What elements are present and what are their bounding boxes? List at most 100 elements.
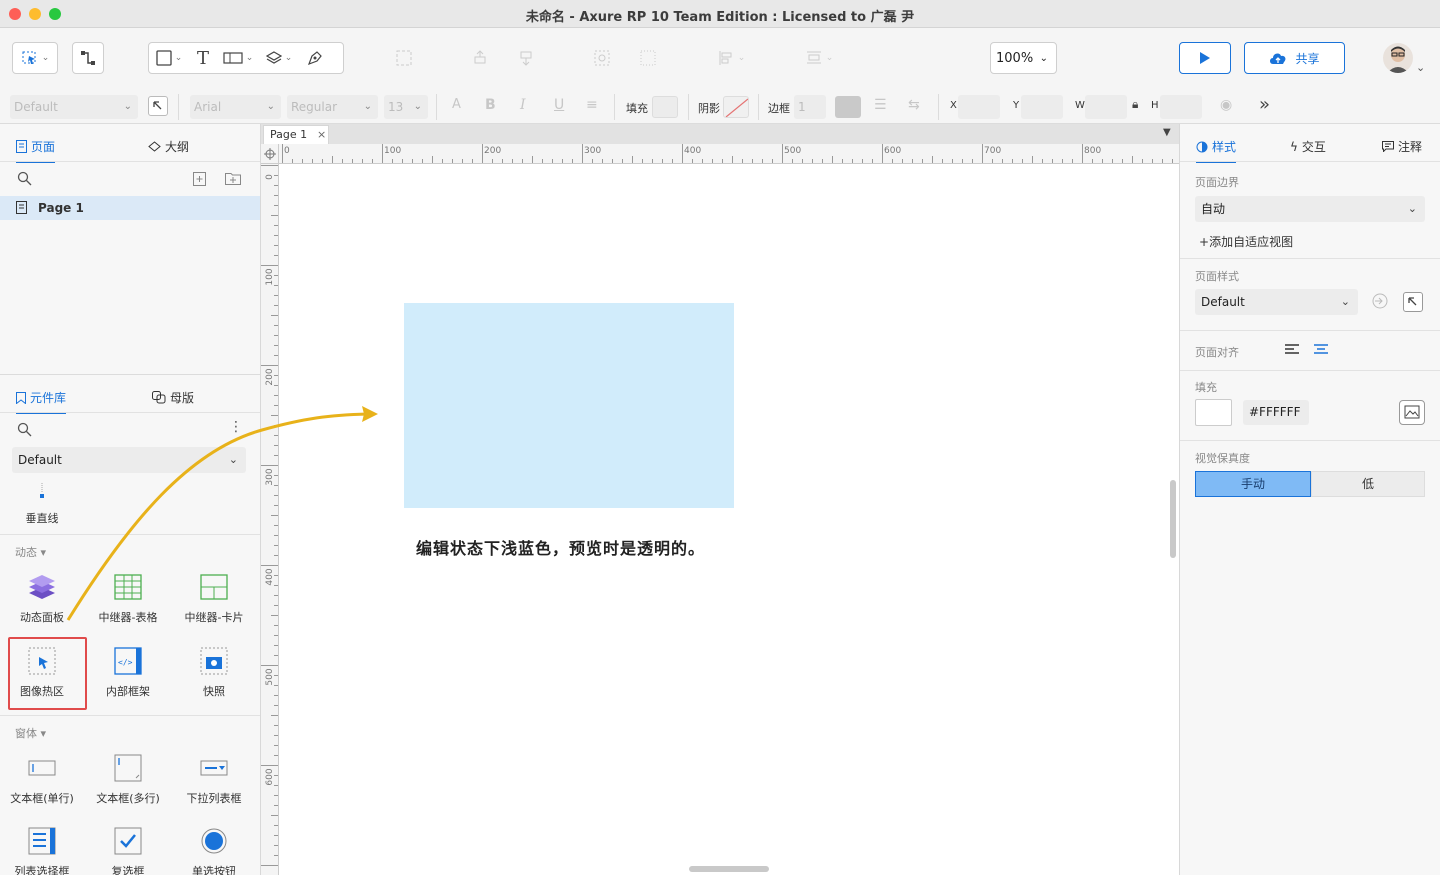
double-chevron-right-icon[interactable]: » xyxy=(1259,94,1270,115)
border-width-input[interactable]: 1 xyxy=(794,95,826,119)
border-style-icon[interactable]: ☰ xyxy=(874,97,887,113)
sign-in-icon[interactable] xyxy=(1371,292,1389,310)
group-button[interactable] xyxy=(388,42,420,74)
fill-color-swatch[interactable] xyxy=(1195,399,1232,426)
font-family-select[interactable]: Arial ⌄ xyxy=(190,95,281,119)
widget-repeater-table[interactable]: 中继器-表格 xyxy=(88,571,168,625)
close-icon[interactable]: × xyxy=(317,126,326,144)
widget-repeater-card[interactable]: 中继器-卡片 xyxy=(174,571,254,625)
style-manage-button[interactable] xyxy=(148,96,168,116)
visibility-icon[interactable]: ◉ xyxy=(1220,97,1232,113)
section-form-label[interactable]: 窗体 ▾ xyxy=(15,725,46,741)
height-input[interactable] xyxy=(1160,95,1202,119)
page-style-value: Default xyxy=(1201,295,1245,309)
tab-pages[interactable]: 页面 xyxy=(16,138,56,163)
page-item[interactable]: Page 1 xyxy=(0,196,260,220)
widget-image-hotspot[interactable]: 图像热区 xyxy=(2,645,82,699)
widget-text-field[interactable]: 文本框(单行) xyxy=(2,752,82,806)
search-icon[interactable] xyxy=(17,422,32,437)
tab-style[interactable]: 样式 xyxy=(1196,138,1237,163)
lock-icon[interactable]: 🔒︎ xyxy=(1132,97,1138,112)
ungroup-icon xyxy=(640,50,656,66)
select-mode-button[interactable]: ⌄ xyxy=(12,42,58,74)
x-input[interactable] xyxy=(958,95,1000,119)
fill-image-button[interactable] xyxy=(1399,400,1425,425)
page-tab[interactable]: Page 1 × xyxy=(263,125,329,144)
zoom-select[interactable]: 100% ⌄ xyxy=(990,42,1057,74)
send-back-button[interactable] xyxy=(510,42,542,74)
align-button[interactable]: ⌄ xyxy=(708,42,754,74)
widget-radio-button[interactable]: 单选按钮 xyxy=(174,825,254,875)
page-style-select[interactable]: Default ⌄ xyxy=(1195,289,1358,315)
widget-droplist[interactable]: 下拉列表框 xyxy=(174,752,254,806)
fill-color-swatch[interactable] xyxy=(652,96,678,118)
widget-checkbox[interactable]: 复选框 xyxy=(88,825,168,875)
widget-tool[interactable]: ⌄ xyxy=(217,51,259,65)
style-select[interactable]: Default ⌄ xyxy=(10,95,138,119)
image-hotspot-shape[interactable] xyxy=(404,303,734,508)
more-options-icon[interactable]: ⋮ xyxy=(229,419,243,435)
rectangle-tool[interactable]: ⌄ xyxy=(149,50,189,66)
text-icon: T xyxy=(196,47,209,69)
page-dimension-select[interactable]: 自动 ⌄ xyxy=(1195,196,1425,222)
shadow-color-swatch[interactable] xyxy=(723,96,749,118)
preview-button[interactable] xyxy=(1179,42,1231,74)
section-dynamic-label[interactable]: 动态 ▾ xyxy=(15,544,46,560)
tab-notes[interactable]: 注释 xyxy=(1382,138,1422,155)
font-weight-select[interactable]: Regular ⌄ xyxy=(287,95,378,119)
layers-tool[interactable]: ⌄ xyxy=(259,50,299,66)
list-icon[interactable]: ≡ xyxy=(586,97,598,113)
align-left-icon[interactable] xyxy=(1284,343,1300,357)
arrow-inset-icon xyxy=(1408,297,1417,306)
italic-icon[interactable]: I xyxy=(520,97,526,113)
font-size-select[interactable]: 13 ⌄ xyxy=(384,95,428,119)
triangle-down-icon[interactable]: ▼ xyxy=(1163,127,1171,138)
widget-dynamic-panel[interactable]: 动态面板 xyxy=(2,571,82,625)
tab-interactions[interactable]: ϟ 交互 xyxy=(1290,138,1326,155)
connector-button[interactable] xyxy=(72,42,104,74)
bold-icon[interactable]: B xyxy=(485,97,496,113)
chevron-down-icon[interactable]: ⌄ xyxy=(1416,61,1425,74)
widget-list-box[interactable]: 列表选择框 xyxy=(2,825,82,875)
horizontal-ruler[interactable]: 0 100 200 300 400 500 600 700 800 xyxy=(279,144,1179,164)
add-page-icon[interactable] xyxy=(193,172,206,186)
tab-masters[interactable]: 母版 xyxy=(152,389,194,406)
page-style-label: 页面样式 xyxy=(1195,270,1239,283)
width-input[interactable] xyxy=(1085,95,1127,119)
tab-outline[interactable]: 大纲 xyxy=(148,138,189,155)
fidelity-manual-button[interactable]: 手动 xyxy=(1195,471,1311,497)
widget-snapshot[interactable]: 快照 xyxy=(174,645,254,699)
avatar[interactable] xyxy=(1383,43,1413,73)
shadow-label: 阴影 xyxy=(698,102,720,115)
tab-library[interactable]: 元件库 xyxy=(16,389,67,414)
ruler-corner[interactable] xyxy=(261,144,279,164)
underline-icon[interactable]: U xyxy=(554,97,564,113)
widget-inline-frame[interactable]: </> 内部框架 xyxy=(88,645,168,699)
arrow-style-icon[interactable]: ⇆ xyxy=(908,97,920,113)
y-input[interactable] xyxy=(1021,95,1063,119)
align-center-icon[interactable] xyxy=(1313,343,1329,357)
add-folder-icon[interactable] xyxy=(225,172,241,185)
vertical-ruler[interactable]: 0 100 200 300 400 500 600 xyxy=(261,164,279,875)
page-style-manage-button[interactable] xyxy=(1403,292,1423,312)
add-adaptive-view-link[interactable]: +添加自适应视图 xyxy=(1199,233,1293,250)
horizontal-scrollbar[interactable] xyxy=(689,866,769,872)
ungroup-button[interactable] xyxy=(632,42,664,74)
canvas-caption[interactable]: 编辑状态下浅蓝色，预览时是透明的。 xyxy=(416,535,705,559)
combine-button[interactable] xyxy=(586,42,618,74)
widget-text-area[interactable]: 文本框(多行) xyxy=(88,752,168,806)
share-button[interactable]: 共享 xyxy=(1244,42,1345,74)
widget-vertical-line[interactable]: 垂直线 xyxy=(2,482,82,526)
text-tool[interactable]: T xyxy=(189,48,217,69)
vertical-scrollbar[interactable] xyxy=(1170,480,1176,558)
bring-front-button[interactable] xyxy=(464,42,496,74)
canvas-area[interactable]: Page 1 × ▼ 0 100 200 300 400 500 600 700 800 0 10… xyxy=(261,124,1179,875)
pen-tool[interactable] xyxy=(299,50,331,66)
border-color-swatch[interactable] xyxy=(835,96,861,118)
fill-hex-input[interactable]: #FFFFFF xyxy=(1243,400,1309,425)
fidelity-low-button[interactable]: 低 xyxy=(1311,471,1425,497)
search-icon[interactable] xyxy=(17,171,32,186)
distribute-button[interactable]: ⌄ xyxy=(796,42,842,74)
library-select[interactable]: Default ⌄ xyxy=(12,447,246,473)
font-color-icon[interactable]: A xyxy=(452,97,461,112)
